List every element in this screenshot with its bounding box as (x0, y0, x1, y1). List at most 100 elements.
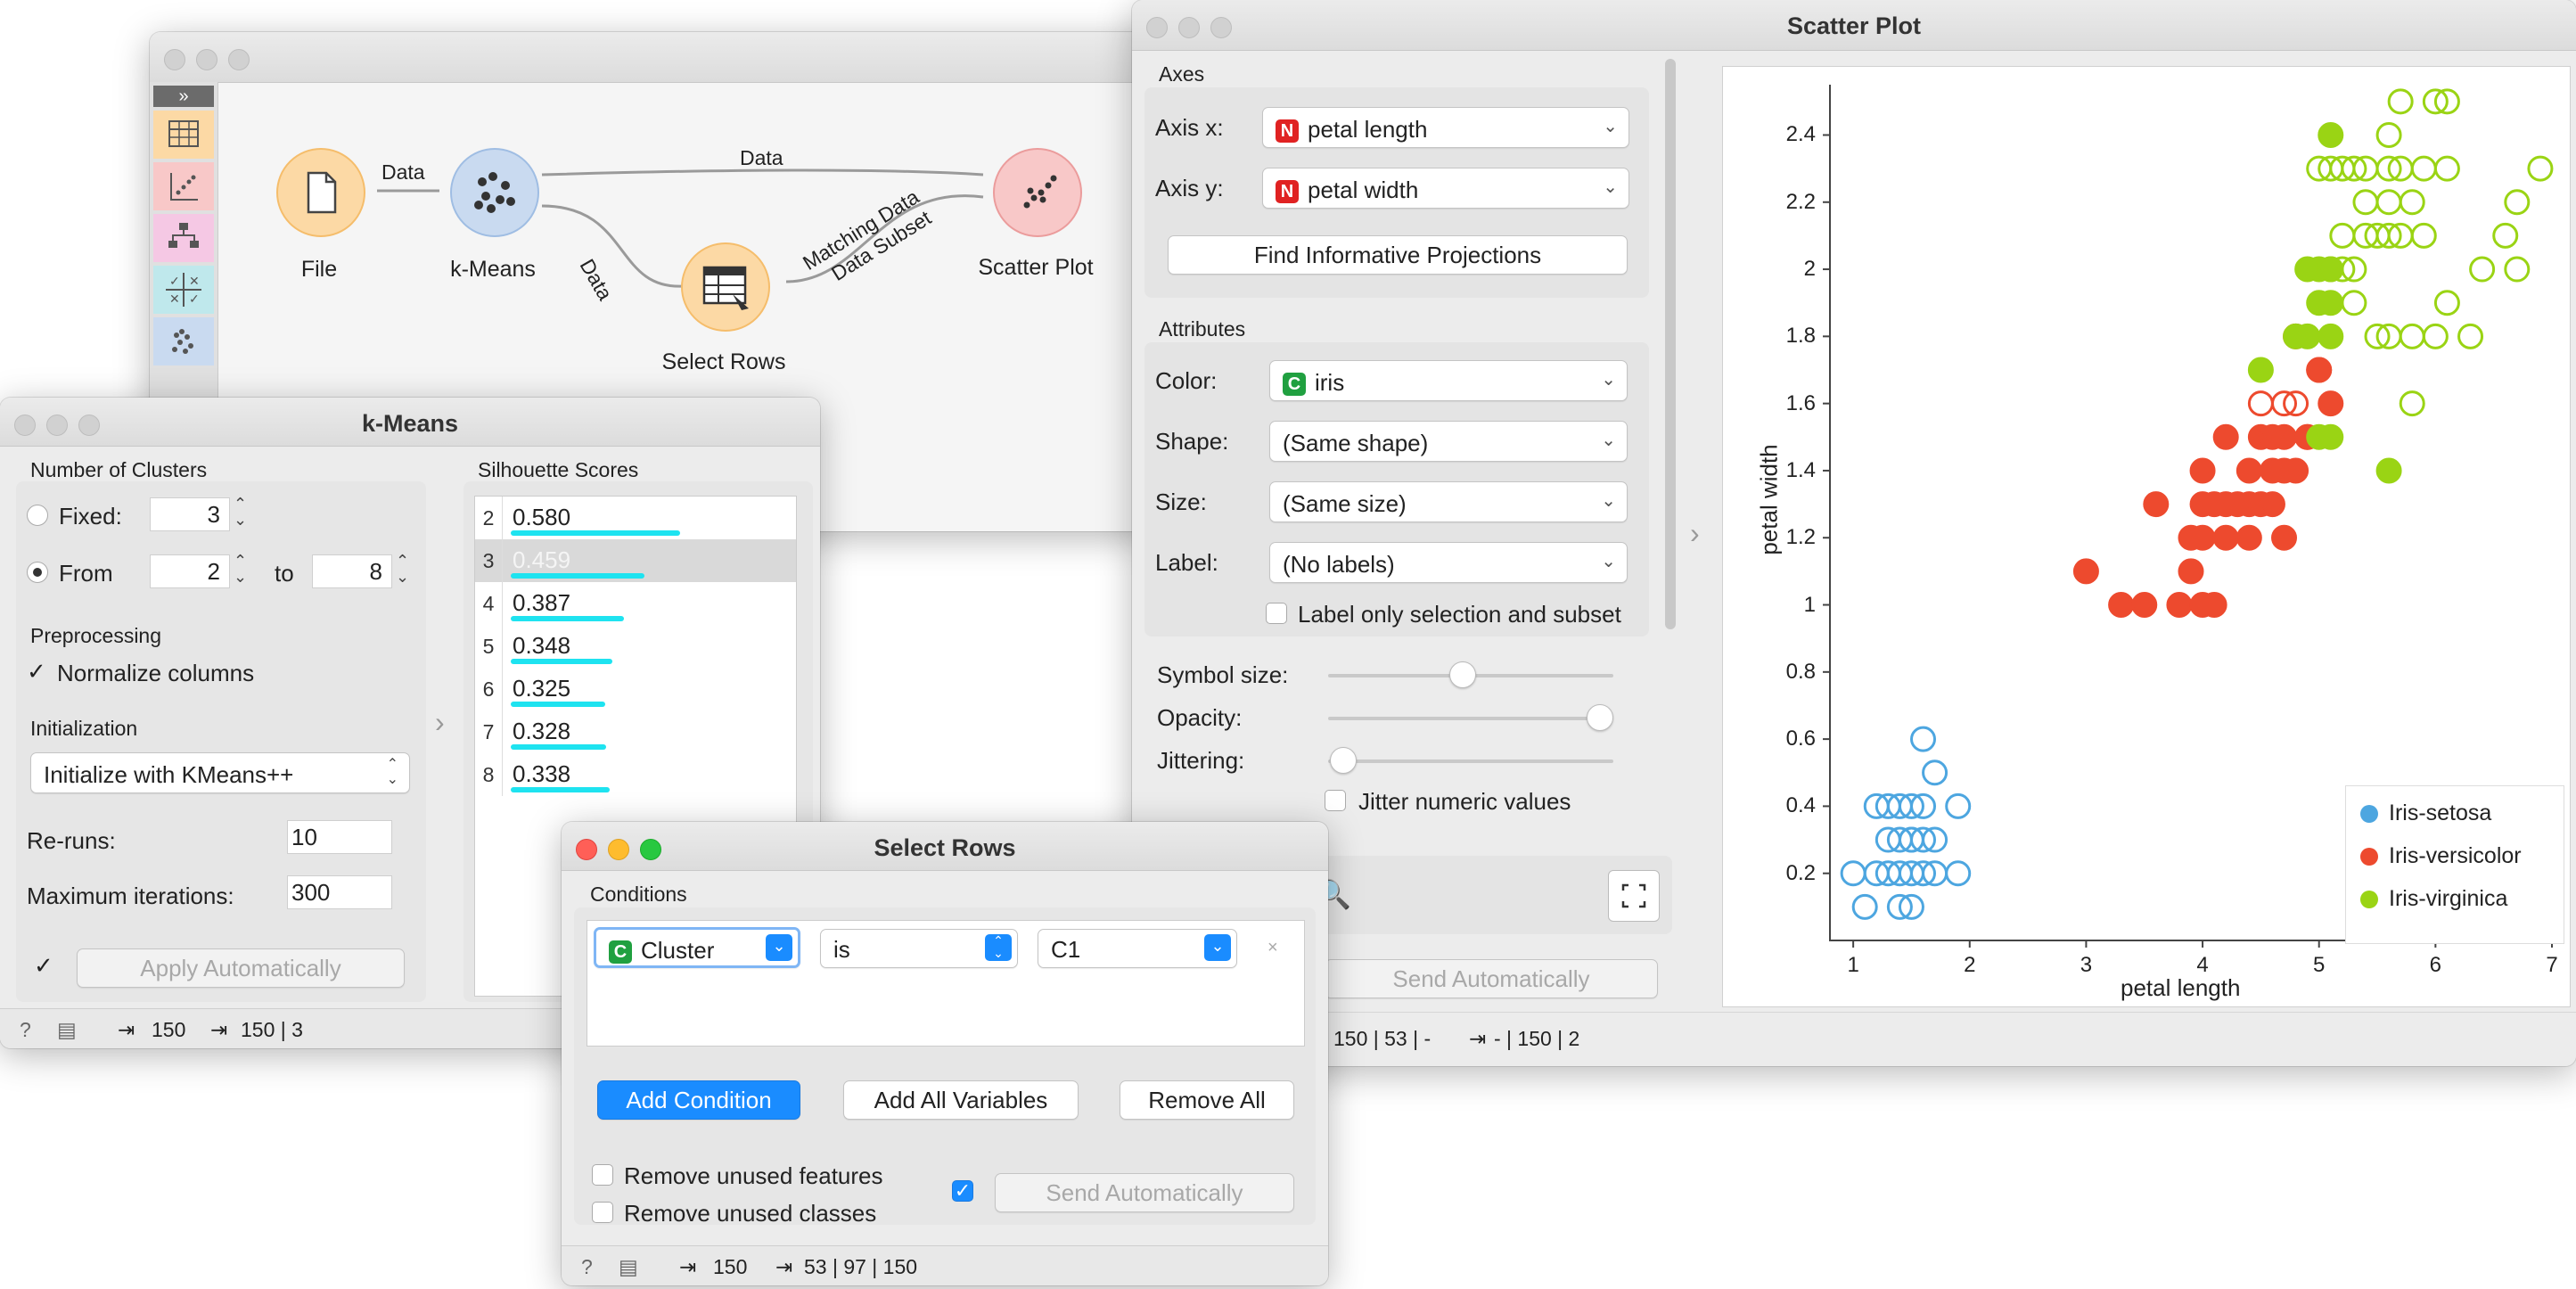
condition-variable-combo[interactable]: C Cluster ⌄ (594, 927, 800, 968)
data-point[interactable] (2341, 290, 2367, 316)
init-method-combo[interactable]: Initialize with KMeans++ ⌃ ⌄ (30, 752, 410, 793)
help-icon[interactable]: ? (581, 1255, 593, 1279)
data-point[interactable] (2433, 290, 2460, 316)
data-point[interactable] (2271, 524, 2298, 551)
data-point[interactable] (1945, 792, 1972, 819)
label-combo[interactable]: (No labels) ⌄ (1269, 542, 1628, 583)
silhouette-row[interactable]: 5 0.348 (475, 625, 796, 668)
symbol-size-slider[interactable] (1449, 661, 1476, 688)
data-point[interactable] (2189, 524, 2216, 551)
color-combo[interactable]: Ciris ⌄ (1269, 360, 1628, 401)
data-point[interactable] (2072, 558, 2099, 585)
data-point[interactable] (1840, 860, 1866, 887)
remove-all-button[interactable]: Remove All (1120, 1080, 1294, 1120)
data-point[interactable] (2178, 558, 2204, 585)
data-point[interactable] (2247, 390, 2274, 417)
opacity-slider[interactable] (1587, 704, 1613, 731)
data-point[interactable] (2433, 155, 2460, 182)
data-point[interactable] (2259, 491, 2285, 518)
send-automatically-button[interactable]: Send Automatically (1325, 959, 1658, 998)
data-point[interactable] (2247, 357, 2274, 383)
data-point[interactable] (2329, 222, 2356, 249)
data-point[interactable] (2410, 222, 2437, 249)
fixed-radio[interactable] (27, 505, 48, 526)
label-only-selection-checkbox[interactable] (1266, 603, 1287, 624)
data-point[interactable] (2318, 290, 2344, 316)
data-point[interactable] (2108, 592, 2135, 619)
data-point[interactable] (1945, 860, 1972, 887)
data-point[interactable] (2352, 189, 2379, 216)
send-automatically-button[interactable]: Send Automatically (995, 1173, 1294, 1212)
condition-value-combo[interactable]: C1 ⌄ (1038, 929, 1237, 968)
data-point[interactable] (2131, 592, 2158, 619)
silhouette-row[interactable]: 6 0.325 (475, 668, 796, 710)
find-informative-projections-button[interactable]: Find Informative Projections (1168, 235, 1628, 275)
jittering-slider[interactable] (1330, 747, 1357, 774)
data-point[interactable] (2469, 256, 2496, 283)
data-point[interactable] (1922, 759, 1948, 786)
data-point[interactable] (2527, 155, 2554, 182)
data-point[interactable] (2492, 222, 2519, 249)
silhouette-row[interactable]: 3 0.459 (475, 539, 796, 582)
data-point[interactable] (2399, 323, 2425, 349)
silhouette-row[interactable]: 4 0.387 (475, 582, 796, 625)
data-point[interactable] (2143, 491, 2170, 518)
jitter-numeric-checkbox[interactable] (1325, 790, 1346, 811)
fixed-stepper-icon[interactable]: ⌃ ⌄ (234, 496, 247, 528)
data-point[interactable] (2294, 323, 2321, 349)
axis-y-combo[interactable]: Npetal width ⌄ (1262, 168, 1629, 209)
shape-combo[interactable]: (Same shape) ⌄ (1269, 421, 1628, 462)
data-point[interactable] (2375, 121, 2402, 148)
to-stepper-icon[interactable]: ⌃ ⌄ (396, 553, 409, 585)
remove-unused-classes-checkbox[interactable] (592, 1202, 613, 1223)
fixed-clusters-input[interactable]: 3 (150, 497, 230, 531)
data-point[interactable] (2375, 189, 2402, 216)
silhouette-row[interactable]: 7 0.328 (475, 710, 796, 753)
data-point[interactable] (2318, 121, 2344, 148)
help-icon[interactable]: ? (20, 1018, 31, 1042)
expand-panel-icon[interactable]: › (1690, 517, 1700, 550)
add-condition-button[interactable]: Add Condition (597, 1080, 800, 1120)
apply-automatically-button[interactable]: Apply Automatically (77, 948, 405, 988)
normalize-check-icon[interactable]: ✓ (27, 658, 46, 686)
jittering-track[interactable] (1328, 759, 1613, 763)
add-all-variables-button[interactable]: Add All Variables (843, 1080, 1079, 1120)
reruns-input[interactable]: 10 (287, 820, 392, 854)
data-point[interactable] (2283, 457, 2309, 484)
data-point[interactable] (2504, 189, 2531, 216)
data-point[interactable] (2318, 323, 2344, 349)
silhouette-row[interactable]: 8 0.338 (475, 753, 796, 796)
apply-auto-check-icon[interactable]: ✓ (34, 952, 53, 980)
data-point[interactable] (2318, 423, 2344, 450)
send-auto-checkbox[interactable]: ✓ (952, 1180, 973, 1202)
data-point[interactable] (2422, 323, 2449, 349)
condition-operator-combo[interactable]: is ⌃ ⌄ (820, 929, 1018, 968)
scatter-plot-icon[interactable] (993, 148, 1082, 237)
opacity-track[interactable] (1328, 717, 1613, 720)
data-point[interactable] (2201, 592, 2227, 619)
data-point[interactable] (2318, 390, 2344, 417)
reset-zoom-button[interactable] (1608, 870, 1660, 922)
axis-x-combo[interactable]: Npetal length ⌄ (1262, 107, 1629, 148)
data-point[interactable] (2504, 256, 2531, 283)
file-icon[interactable] (276, 148, 365, 237)
data-point[interactable] (2410, 155, 2437, 182)
data-point[interactable] (2399, 390, 2425, 417)
plot-area[interactable]: petal width petal length 0.2 0.4 0.6 0.8 1 1.… (1722, 66, 2571, 1007)
remove-condition-icon[interactable]: × (1267, 938, 1278, 958)
data-point[interactable] (2212, 423, 2239, 450)
data-point[interactable] (2375, 457, 2402, 484)
data-point[interactable] (2189, 457, 2216, 484)
data-point[interactable] (2236, 457, 2262, 484)
data-point[interactable] (2387, 88, 2414, 115)
from-radio[interactable] (27, 562, 48, 583)
data-point[interactable] (1851, 893, 1878, 920)
data-point[interactable] (2399, 189, 2425, 216)
from-stepper-icon[interactable]: ⌃ ⌄ (234, 553, 247, 585)
data-point[interactable] (2166, 592, 2193, 619)
from-clusters-input[interactable]: 2 (150, 554, 230, 588)
controls-scrollbar[interactable] (1665, 59, 1676, 629)
data-point[interactable] (2212, 524, 2239, 551)
data-point[interactable] (2271, 423, 2298, 450)
select-rows-icon[interactable] (681, 242, 770, 332)
